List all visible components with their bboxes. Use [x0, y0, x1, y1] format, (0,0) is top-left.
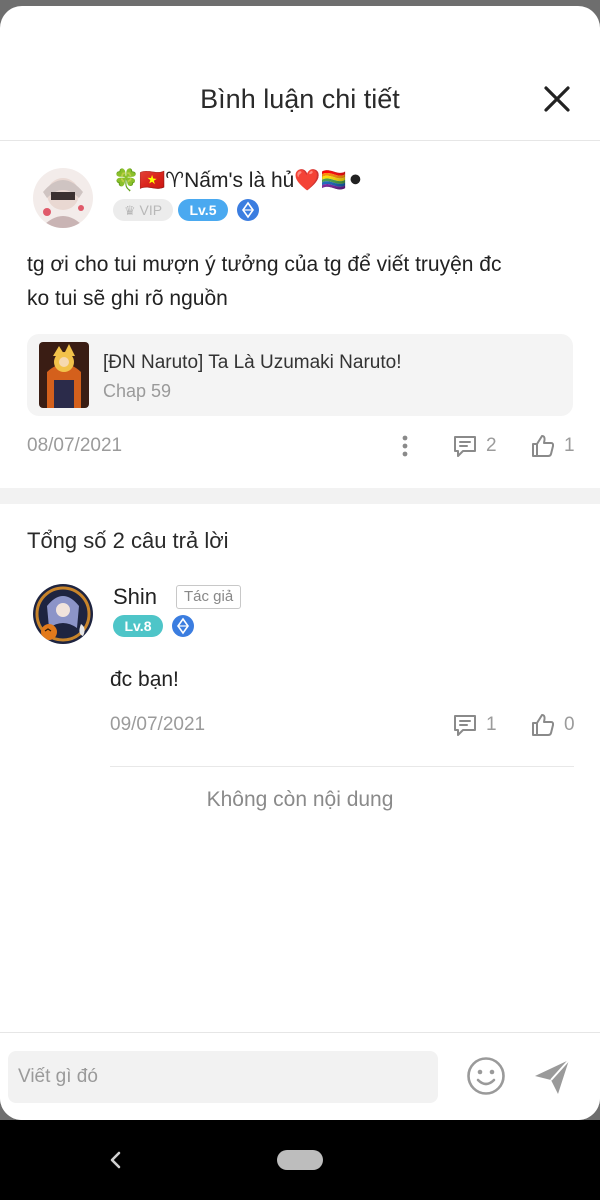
comment-input[interactable]: [8, 1051, 438, 1103]
system-navigation-bar: [0, 1120, 600, 1200]
reply-count: 2: [486, 435, 497, 456]
close-icon: [544, 86, 570, 112]
story-chapter: Chap 59: [103, 381, 172, 401]
level-badge: Lv.5: [178, 199, 228, 221]
replies-total: Tổng số 2 câu trả lời: [27, 528, 229, 553]
diamond-icon: [237, 199, 259, 221]
reply-date: 09/07/2021: [110, 714, 206, 735]
diamond-icon: [172, 615, 194, 637]
end-of-content: Không còn nội dung: [206, 788, 394, 811]
reply-divider: [110, 766, 574, 767]
like-count: 1: [564, 435, 575, 456]
reply-avatar[interactable]: [33, 584, 93, 644]
nav-back-button[interactable]: [104, 1148, 128, 1172]
page-title: Bình luận chi tiết: [200, 84, 400, 114]
story-card[interactable]: [ĐN Naruto] Ta Là Uzumaki Naruto! Chap 5…: [27, 334, 573, 416]
vip-label: VIP: [139, 202, 163, 218]
more-options-button[interactable]: [398, 432, 412, 460]
level-badge: Lv.8: [113, 615, 163, 637]
comment-input-bar: [0, 1032, 600, 1120]
reply-reply-button[interactable]: 1: [452, 711, 497, 739]
smiley-icon: [467, 1057, 505, 1095]
emoji-button[interactable]: [465, 1055, 507, 1097]
thumbs-up-icon: [532, 435, 555, 457]
close-button[interactable]: [542, 84, 572, 114]
crown-icon: ♛: [123, 203, 136, 218]
commenter-username[interactable]: 🍀🇻🇳♈Nấm's là hủ❤️🏳️‍🌈⚫: [113, 168, 364, 193]
story-thumbnail: [39, 342, 89, 408]
like-button[interactable]: 1: [530, 432, 575, 460]
comment-text-line: tg ơi cho tui mượn ý tưởng của tg để viế…: [27, 253, 502, 276]
story-title: [ĐN Naruto] Ta Là Uzumaki Naruto!: [103, 352, 402, 373]
header: Bình luận chi tiết: [0, 6, 600, 141]
reply-reply-count: 1: [486, 714, 497, 735]
comment-icon: [454, 715, 476, 736]
reply-like-count: 0: [564, 714, 575, 735]
vip-badge: ♛ VIP: [113, 199, 173, 221]
reply-username[interactable]: Shin: [113, 584, 157, 610]
nav-home-button[interactable]: [277, 1150, 323, 1170]
author-tag: Tác giả: [176, 585, 242, 609]
comment-detail-sheet: Bình luận chi tiết 🍀🇻🇳♈Nấm's là hủ❤️🏳️‍🌈…: [0, 6, 600, 1120]
section-divider: [0, 488, 600, 504]
comment-text-line: ko tui sẽ ghi rõ nguồn: [27, 287, 228, 310]
reply-like-button[interactable]: 0: [530, 711, 575, 739]
reply-button[interactable]: 2: [452, 432, 497, 460]
comment-icon: [454, 436, 476, 457]
comment-date: 08/07/2021: [27, 435, 123, 456]
thumbs-up-icon: [532, 714, 555, 736]
more-vertical-icon: [402, 435, 408, 457]
commenter-avatar[interactable]: [33, 168, 93, 228]
chevron-left-icon: [110, 1151, 121, 1169]
comment-text: tg ơi cho tui mượn ý tưởng của tg để viế…: [27, 248, 577, 316]
send-button[interactable]: [532, 1057, 572, 1097]
send-icon: [535, 1059, 570, 1094]
reply-text: đc bạn!: [110, 668, 179, 691]
